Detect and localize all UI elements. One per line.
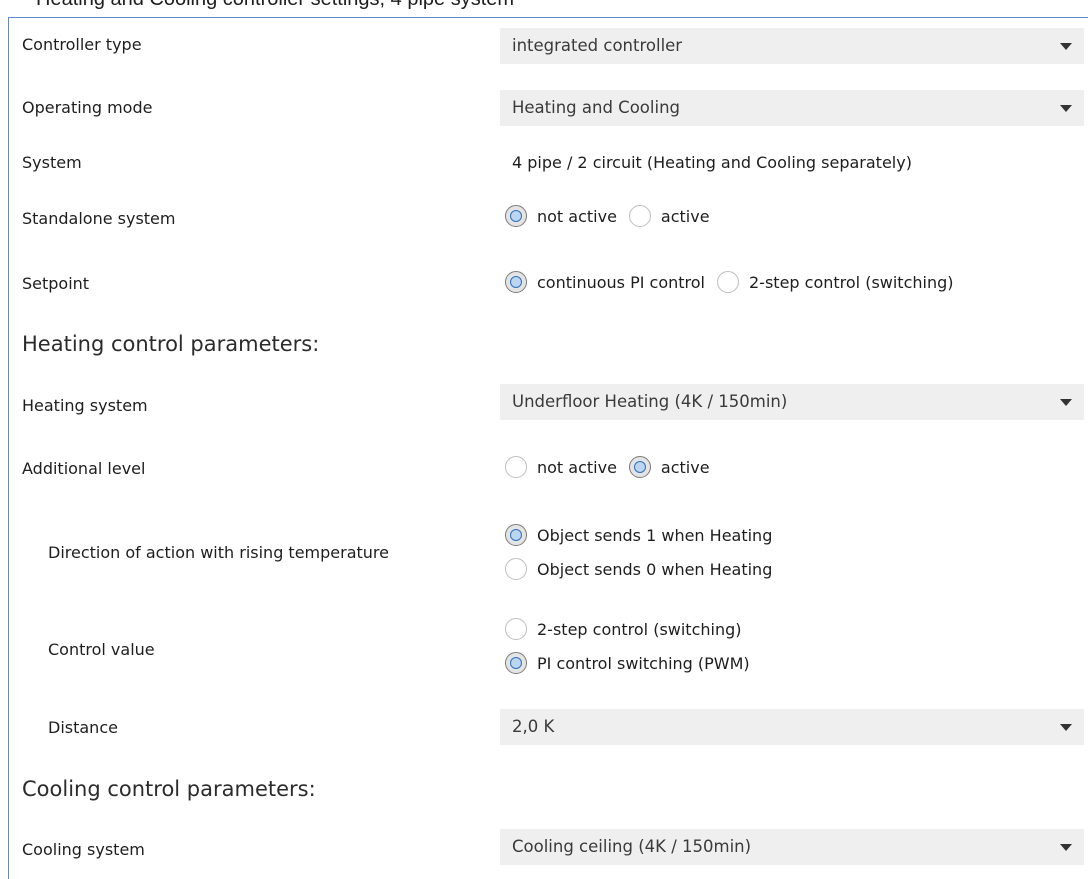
radio-button-icon — [505, 456, 527, 478]
controller-type-value: integrated controller — [512, 36, 683, 55]
operating-mode-value: Heating and Cooling — [512, 98, 680, 117]
control-value-option-pwm[interactable]: PI control switching (PWM) — [505, 646, 750, 680]
radio-button-icon — [628, 456, 651, 478]
control-value-radio-group: 2-step control (switching) PI control sw… — [505, 612, 762, 680]
controller-type-label: Controller type — [22, 35, 142, 54]
direction-of-action-label: Direction of action with rising temperat… — [48, 543, 389, 562]
chevron-down-icon — [1060, 844, 1072, 851]
radio-button-icon — [505, 618, 527, 640]
option-label: Object sends 1 when Heating — [537, 525, 773, 545]
setpoint-option-pi[interactable]: continuous PI control — [505, 271, 705, 293]
standalone-system-option-not-active[interactable]: not active — [505, 205, 617, 227]
option-label: PI control switching (PWM) — [537, 653, 750, 673]
option-label: Object sends 0 when Heating — [537, 559, 773, 579]
additional-level-radio-group: not active active — [505, 456, 722, 478]
control-value-label: Control value — [48, 640, 155, 659]
option-label: 2-step control (switching) — [537, 619, 742, 639]
option-label: active — [660, 457, 710, 477]
frame-border-left — [8, 17, 9, 879]
radio-button-icon — [505, 524, 527, 546]
chevron-down-icon — [1060, 399, 1072, 406]
radio-button-icon — [505, 558, 527, 580]
setpoint-label: Setpoint — [22, 274, 90, 293]
radio-button-icon — [505, 271, 527, 293]
option-label: active — [660, 206, 710, 226]
cooling-system-value: Cooling ceiling (4K / 150min) — [512, 837, 752, 856]
option-label: continuous PI control — [537, 272, 705, 292]
radio-button-icon — [505, 652, 527, 674]
distance-label: Distance — [48, 718, 118, 737]
cooling-system-label: Cooling system — [22, 840, 145, 859]
radio-button-icon — [505, 205, 527, 227]
setpoint-option-2step[interactable]: 2-step control (switching) — [717, 271, 954, 293]
additional-level-label: Additional level — [22, 459, 146, 478]
heating-system-select[interactable]: Underfloor Heating (4K / 150min) — [500, 384, 1084, 420]
chevron-down-icon — [1060, 724, 1072, 731]
controller-type-select[interactable]: integrated controller — [500, 28, 1084, 64]
distance-select[interactable]: 2,0 K — [500, 709, 1084, 745]
system-value: 4 pipe / 2 circuit (Heating and Cooling … — [512, 153, 912, 172]
direction-of-action-radio-group: Object sends 1 when Heating Object sends… — [505, 518, 784, 586]
system-label: System — [22, 153, 82, 172]
chevron-down-icon — [1060, 43, 1072, 50]
direction-option-sends-1[interactable]: Object sends 1 when Heating — [505, 518, 772, 552]
setpoint-radio-group: continuous PI control 2-step control (sw… — [505, 271, 966, 293]
operating-mode-label: Operating mode — [22, 98, 153, 117]
frame-border-top — [8, 17, 1088, 18]
direction-option-sends-0[interactable]: Object sends 0 when Heating — [505, 552, 772, 586]
operating-mode-select[interactable]: Heating and Cooling — [500, 90, 1084, 126]
additional-level-option-not-active[interactable]: not active — [505, 456, 617, 478]
radio-button-icon — [717, 271, 739, 293]
standalone-system-option-active[interactable]: active — [628, 205, 710, 227]
radio-button-icon — [628, 205, 651, 227]
option-label: not active — [537, 457, 617, 477]
additional-level-option-active[interactable]: active — [628, 456, 710, 478]
standalone-system-radio-group: not active active — [505, 205, 722, 227]
option-label: not active — [537, 206, 617, 226]
control-value-option-2step[interactable]: 2-step control (switching) — [505, 612, 750, 646]
standalone-system-label: Standalone system — [22, 209, 176, 228]
window-caption: Heating and Cooling controller settings,… — [36, 0, 514, 11]
heating-section-heading: Heating control parameters: — [22, 332, 320, 356]
cooling-section-heading: Cooling control parameters: — [22, 777, 316, 801]
heating-system-value: Underfloor Heating (4K / 150min) — [512, 392, 788, 411]
parameter-window: Heating and Cooling controller settings,… — [0, 0, 1088, 879]
chevron-down-icon — [1060, 105, 1072, 112]
distance-value: 2,0 K — [512, 717, 555, 736]
option-label: 2-step control (switching) — [749, 272, 954, 292]
cooling-system-select[interactable]: Cooling ceiling (4K / 150min) — [500, 829, 1084, 865]
heating-system-label: Heating system — [22, 396, 148, 415]
